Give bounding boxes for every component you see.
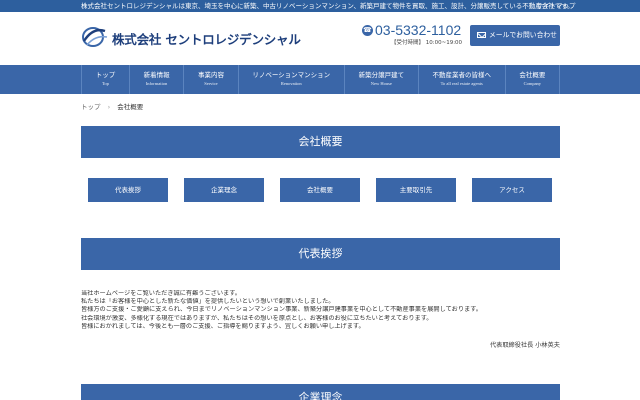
phone-hours: 【受付時間】 10:00~19:00 [391,40,463,46]
nav-item-label: 事業内容 [197,71,224,79]
subnav-partners-button[interactable]: 主要取引先 [376,178,456,202]
breadcrumb: トップ › 会社概要 [81,101,143,111]
greeting-body: 当社ホームページをご覧いただき誠に有難うございます。 私たちは「お客様を中心とし… [81,290,560,331]
nav-item-sublabel: New House [370,81,392,86]
phone-number[interactable]: 03-5332-1102 [375,22,461,38]
nav-item-agents[interactable]: 不動産業者の皆様へ To all real estate agents [417,65,505,94]
nav-item-label: 新築分譲戸建て [358,71,405,79]
subnav-philosophy-button[interactable]: 企業理念 [184,178,264,202]
logo-mark-icon [82,27,108,47]
nav-item-label: 不動産業者の皆様へ [432,71,491,79]
nav-item-company[interactable]: 会社概要 Company [504,65,560,94]
top-info-bar: 株式会社セントロレジデンシャルは東京、埼玉を中心に新築、中古リノベーションマンシ… [0,0,640,12]
nav-item-label: トップ [95,71,116,79]
subnav-greeting-button[interactable]: 代表挨拶 [88,178,168,202]
company-logo[interactable]: 株式会社 セントロレジデンシャル [81,25,301,51]
phone-contact: ☎ 03-5332-1102 【受付時間】 10:00~19:00 [362,22,463,49]
greeting-line: 社会環境が激変、多様化する現在ではありますが、私たちはその想いを原点とし、お客様… [81,314,433,322]
breadcrumb-home[interactable]: トップ [81,103,101,111]
nav-item-top[interactable]: トップ Top [81,65,129,94]
greeting-line: 当社ホームページをご覧いただき誠に有難うございます。 [81,290,241,297]
phone-icon: ☎ [362,25,373,36]
greeting-line: 皆様におかれましては、今後とも一層のご支援、ご指導を賜りますよう、宜しくお願い申… [81,322,365,330]
section-subnav: 代表挨拶 企業理念 会社概要 主要取引先 アクセス [88,178,553,202]
philosophy-heading: 企業理念 [81,384,560,400]
nav-item-sublabel: Renovation [280,81,302,86]
subnav-access-button[interactable]: アクセス [472,178,552,202]
greeting-line: 私たちは「お客様を中心とした新たな価値」を提供したいという想いで創業いたしました… [81,298,335,306]
logo-wordmark: 株式会社 セントロレジデンシャル [112,32,301,47]
nav-item-information[interactable]: 新着情報 Information [128,65,183,94]
nav-item-label: リノベーションマンション [252,71,331,79]
company-tagline: 株式会社セントロレジデンシャルは東京、埼玉を中心に新築、中古リノベーションマンシ… [81,2,574,10]
nav-item-sublabel: Top [101,81,109,86]
mail-inquiry-label: メールでお問い合わせ [489,31,557,39]
greeting-line: 皆様方のご支援・ご愛顧に支えられ、今日までリノベーションマンション事業、新築分譲… [81,306,482,314]
chevron-right-icon: › [107,103,111,111]
nav-item-sublabel: To all real estate agents [440,81,483,86]
mail-inquiry-button[interactable]: メールでお問い合わせ [470,25,560,46]
nav-item-sublabel: Company [523,81,542,86]
ceo-signature: 代表取締役社長 小林英夫 [489,342,560,349]
global-nav: トップ Top 新着情報 Information 事業内容 Service リノ… [0,65,640,94]
nav-item-label: 新着情報 [143,71,170,79]
greeting-heading: 代表挨拶 [81,238,560,270]
nav-item-label: 会社概要 [519,71,546,79]
nav-item-renovation[interactable]: リノベーションマンション Renovation [237,65,344,94]
nav-item-new-house[interactable]: 新築分譲戸建て New House [343,65,418,94]
breadcrumb-current: 会社概要 [117,103,144,111]
page-title: 会社概要 [81,126,560,158]
nav-item-sublabel: Service [204,81,218,86]
nav-item-sublabel: Information [145,81,168,86]
subnav-company-button[interactable]: 会社概要 [280,178,360,202]
envelope-icon [477,32,486,38]
nav-item-service[interactable]: 事業内容 Service [183,65,237,94]
sitemap-link[interactable]: ｜サイトマップ [530,1,576,11]
